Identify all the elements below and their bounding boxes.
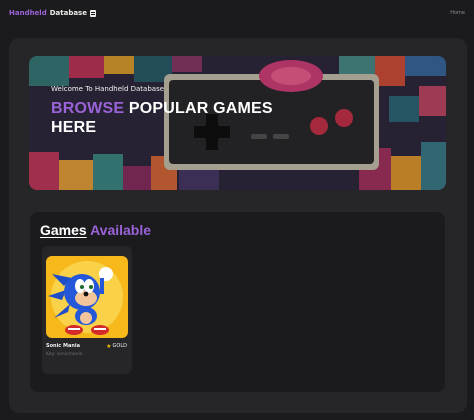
games-heading-main: Games	[40, 222, 87, 238]
hero-title-accent: BROWSE	[51, 100, 125, 117]
games-heading-accent: Available	[90, 222, 152, 238]
game-card[interactable]: Sonic Mania ★ GOLD Key: sonicmania	[42, 246, 132, 374]
hero-title-line2: HERE	[51, 119, 97, 136]
hero-welcome-text: Welcome To Handheld Database	[51, 85, 165, 93]
games-heading: Games Available	[40, 222, 151, 238]
hero-text: Welcome To Handheld Database BROWSE POPU…	[51, 85, 273, 137]
hero-title: BROWSE POPULAR GAMES HERE	[51, 99, 273, 137]
game-title: Sonic Mania	[46, 343, 81, 349]
brand-logo[interactable]: Handheld Database	[9, 9, 96, 17]
main-container: Welcome To Handheld Database BROWSE POPU…	[9, 38, 467, 413]
brand-main-text: Database	[49, 9, 87, 17]
brand-accent-text: Handheld	[9, 9, 47, 17]
game-tier-badge: ★ GOLD	[106, 343, 127, 349]
nav-link-home[interactable]: Home	[450, 10, 465, 16]
hero-banner: Welcome To Handheld Database BROWSE POPU…	[29, 56, 446, 190]
game-tier-label: GOLD	[112, 343, 127, 349]
database-icon	[89, 9, 96, 17]
navbar: Handheld Database Home	[0, 0, 474, 26]
star-icon: ★	[106, 342, 112, 350]
game-key: Key: sonicmania	[46, 352, 83, 357]
hero-title-line1: POPULAR GAMES	[128, 100, 273, 117]
games-panel: Games Available Sonic Mania ★ GOLD Key: …	[30, 212, 445, 392]
game-cover-image	[46, 256, 128, 338]
